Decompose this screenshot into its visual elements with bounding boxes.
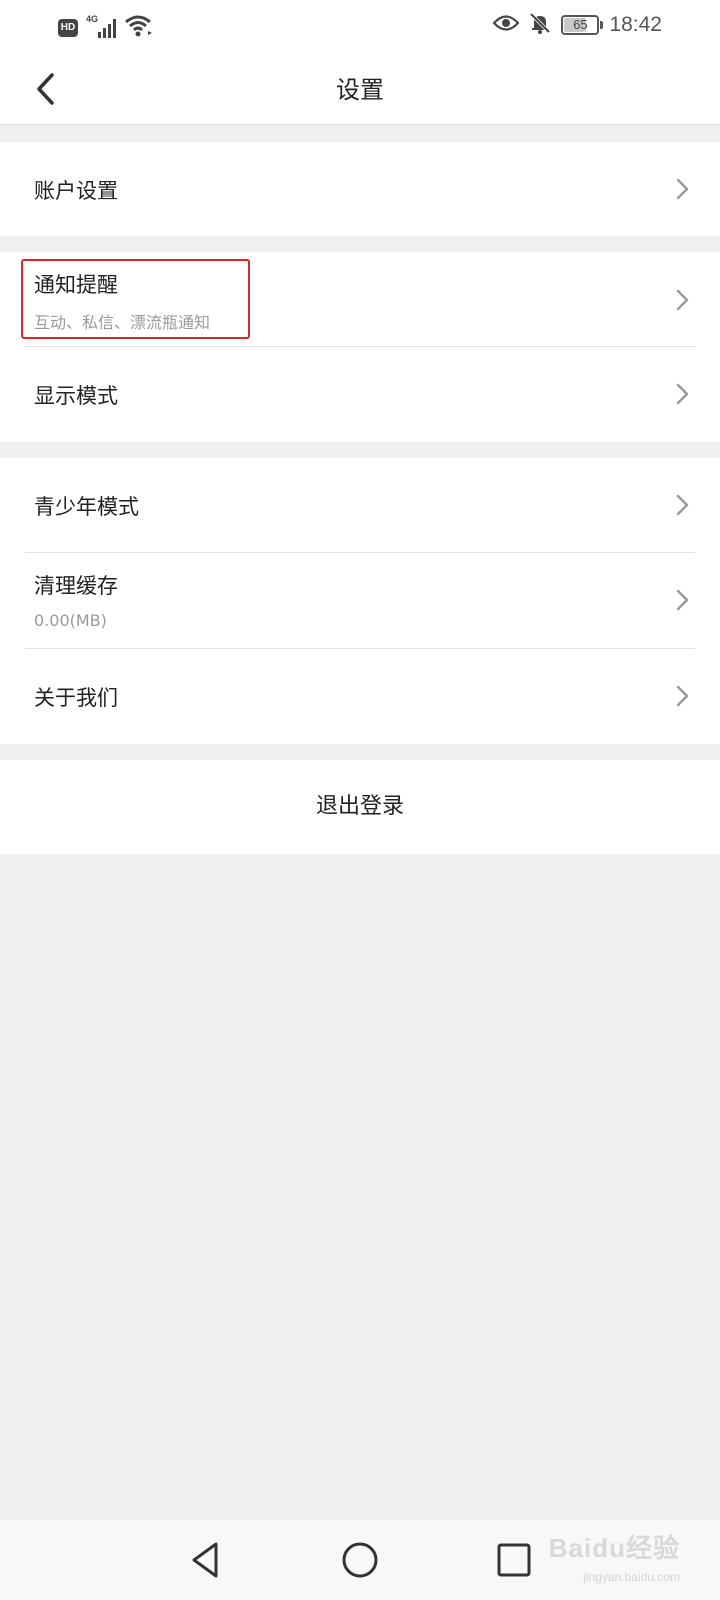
system-back-button[interactable] <box>184 1538 228 1582</box>
row-label: 账户设置 <box>34 179 118 203</box>
status-left: HD 4G <box>58 14 154 42</box>
back-button[interactable] <box>28 69 68 109</box>
cache-size: 0.00(MB) <box>34 611 107 630</box>
row-display-mode[interactable]: 显示模式 <box>0 347 720 442</box>
triangle-back-icon <box>192 1542 218 1578</box>
chevron-right-icon <box>676 383 689 405</box>
page-title: 设置 <box>336 76 384 104</box>
chevron-right-icon <box>676 494 689 516</box>
system-home-button[interactable] <box>338 1538 382 1582</box>
square-recents-icon <box>497 1543 531 1577</box>
battery-nub <box>600 21 604 29</box>
eye-icon <box>492 14 520 36</box>
hd-icon: HD <box>58 19 78 37</box>
settings-group-misc: 青少年模式 清理缓存 0.00(MB) 关于我们 <box>0 458 720 744</box>
circle-home-icon <box>342 1542 378 1578</box>
row-about-us[interactable]: 关于我们 <box>0 649 720 744</box>
row-label: 清理缓存 <box>34 574 118 598</box>
row-teen-mode[interactable]: 青少年模式 <box>0 458 720 552</box>
network-type-label: 4G <box>86 14 99 24</box>
row-label: 显示模式 <box>34 384 118 408</box>
row-account-settings[interactable]: 账户设置 <box>0 142 720 236</box>
chevron-right-icon <box>676 178 689 200</box>
signal-icon: 4G <box>86 14 116 40</box>
wifi-icon <box>124 14 154 42</box>
watermark-url: jingyan.baidu.com <box>583 1570 680 1584</box>
chevron-right-icon <box>676 289 689 311</box>
row-clear-cache[interactable]: 清理缓存 0.00(MB) <box>0 553 720 648</box>
status-bar: HD 4G 65 18:42 <box>0 0 720 55</box>
chevron-left-icon <box>37 73 54 105</box>
status-time: 18:42 <box>609 13 662 36</box>
highlight-box <box>21 259 250 339</box>
header-bar: 设置 <box>0 55 720 125</box>
chevron-right-icon <box>676 589 689 611</box>
status-right: 65 18:42 <box>492 12 662 38</box>
row-label: 青少年模式 <box>34 495 139 519</box>
row-label: 关于我们 <box>34 686 118 710</box>
chevron-right-icon <box>676 685 689 707</box>
watermark-logo: Baidu经验 <box>548 1533 680 1563</box>
logout-button[interactable]: 退出登录 <box>0 760 720 854</box>
battery-level: 65 <box>573 17 588 32</box>
bell-muted-icon <box>529 12 551 38</box>
settings-group-account: 账户设置 <box>0 142 720 236</box>
battery-icon: 65 <box>561 15 604 35</box>
logout-group: 退出登录 <box>0 760 720 854</box>
system-recents-button[interactable] <box>492 1538 536 1582</box>
logout-label: 退出登录 <box>315 794 404 819</box>
